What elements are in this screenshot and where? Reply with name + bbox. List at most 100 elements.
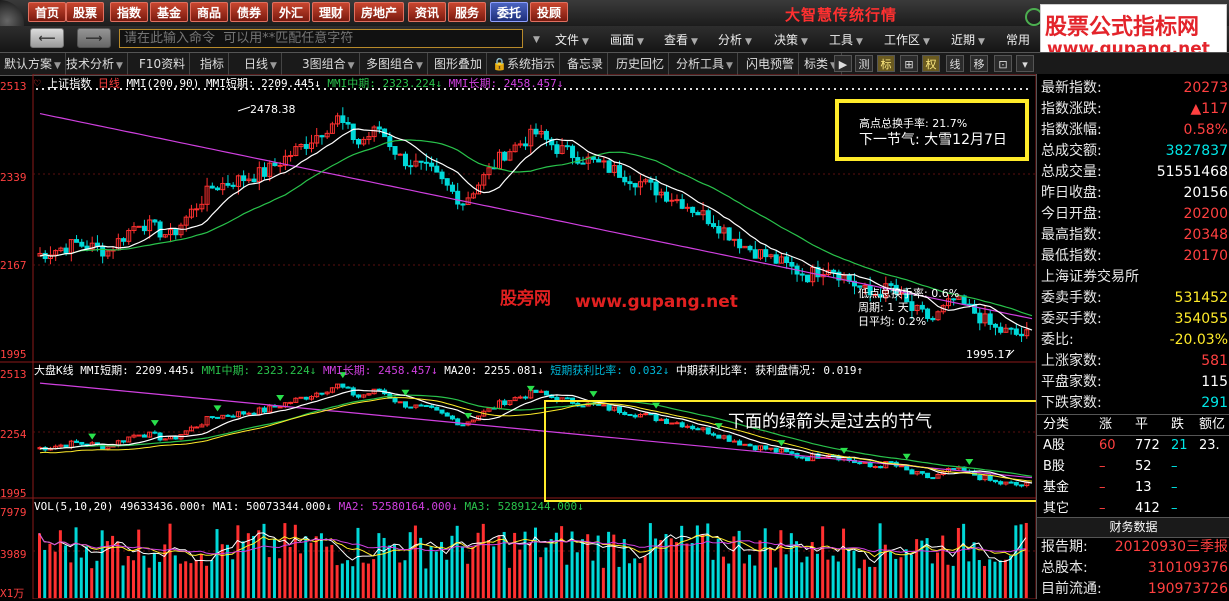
volume-bar <box>215 529 219 598</box>
quote-label: 指数涨幅: <box>1041 122 1102 138</box>
menu-funds[interactable]: 基金 <box>150 2 189 22</box>
marker-dot <box>648 88 650 90</box>
volume-bar <box>810 542 814 598</box>
menu-finance[interactable]: 理财 <box>312 2 351 22</box>
marker-dot <box>1014 88 1016 90</box>
candle-body <box>262 167 268 177</box>
forward-button[interactable]: ⟶ <box>77 28 111 48</box>
menu-arrow-icon[interactable]: ▼ <box>530 31 540 45</box>
tb-sq-measure[interactable]: 测 <box>855 55 873 72</box>
menu-stocks[interactable]: 股票 <box>66 2 105 22</box>
candle-body <box>303 143 309 149</box>
menu-news[interactable]: 资讯 <box>408 2 447 22</box>
menu-service[interactable]: 服务 <box>448 2 487 22</box>
chevron-down-icon: ▼ <box>270 61 277 71</box>
candle-body <box>152 219 158 223</box>
tb-history[interactable]: 历史回忆 <box>612 53 670 75</box>
menu-common[interactable]: 常用 <box>1006 31 1030 48</box>
quote-row: 昨日收盘: 20156 <box>1041 183 1229 204</box>
volume-bar <box>398 562 402 598</box>
tb-daily[interactable]: 日线 ▼ <box>240 53 282 75</box>
menu-workspace[interactable]: 工作区 ▼ <box>884 31 930 48</box>
marker-dot <box>732 88 734 90</box>
menu-realestate[interactable]: 房地产 <box>354 2 405 22</box>
volume-bar <box>330 544 334 598</box>
menu-index[interactable]: 指数 <box>110 2 149 22</box>
lock-icon: 🔒 <box>492 57 507 71</box>
candle-body <box>617 165 623 178</box>
back-arrow-icon: ⟵ <box>38 31 56 45</box>
volume-bar <box>732 536 736 598</box>
menu-commodities[interactable]: 商品 <box>190 2 229 22</box>
window-icon[interactable]: ⊡ <box>994 55 1012 72</box>
menu-view[interactable]: 查看 ▼ <box>664 31 698 48</box>
breadth-row[interactable]: B股 – 52 – <box>1037 456 1229 477</box>
menu-trade[interactable]: 委托 <box>490 2 529 22</box>
tb-flash-alert[interactable]: 闪电预警 <box>742 53 800 75</box>
menu-recent[interactable]: 近期 ▼ <box>951 31 985 48</box>
tb-sq-move[interactable]: 移 <box>970 55 988 72</box>
quote-value: 20156 <box>1183 185 1228 201</box>
marker-dot <box>708 88 710 90</box>
volume-bar <box>690 543 694 598</box>
watermark-cn: 股旁网 <box>500 289 551 309</box>
tb-sq-mark[interactable]: 标 <box>877 55 895 72</box>
volume-bar <box>487 540 491 598</box>
volume-bar <box>116 541 120 598</box>
marker-dot <box>984 88 986 90</box>
candle-body <box>679 199 685 209</box>
breadth-row[interactable]: A股 60 772 21 23. <box>1037 435 1229 456</box>
tb-overlay[interactable]: 图形叠加 <box>430 53 488 75</box>
candle-body <box>763 249 769 258</box>
menu-bonds[interactable]: 债券 <box>230 2 269 22</box>
highlight-annotation: 下面的绿箭头是过去的节气 <box>728 412 932 432</box>
tb-system-indicator[interactable]: 🔒系统指示 <box>488 53 560 75</box>
command-input[interactable] <box>119 29 523 48</box>
marker-dot <box>702 88 704 90</box>
volume-bar <box>95 560 99 598</box>
breadth-row[interactable]: 其它 –412– <box>1037 498 1229 519</box>
volume-bar <box>779 530 783 598</box>
back-button[interactable]: ⟵ <box>30 28 64 48</box>
menu-advisor[interactable]: 投顾 <box>530 2 569 22</box>
menu-tools[interactable]: 工具 ▼ <box>829 31 863 48</box>
menu-file[interactable]: 文件 ▼ <box>555 31 589 48</box>
tb-memo[interactable]: 备忘录 <box>563 53 609 75</box>
grid-icon[interactable]: ⊞ <box>900 55 918 72</box>
marker-dot <box>612 88 614 90</box>
play-icon[interactable]: ▶ <box>834 55 852 72</box>
menu-forex[interactable]: 外汇 <box>272 2 311 22</box>
menu-screen[interactable]: 画面 ▼ <box>610 31 644 48</box>
tb-multichart[interactable]: 多图组合 ▼ <box>362 53 428 75</box>
cost-info: 低点总换手率: 0.6% 周期: 1 天 日平均: 0.2% <box>858 287 959 329</box>
candle-body <box>434 406 440 411</box>
volume-bar <box>466 563 470 598</box>
tb-tech-analysis[interactable]: 技术分析 ▼ <box>62 53 128 75</box>
y-tick: 2513 <box>0 368 27 381</box>
menu-decision[interactable]: 决策 ▼ <box>774 31 808 48</box>
menu-analysis[interactable]: 分析 ▼ <box>718 31 752 48</box>
tb-f10[interactable]: F10资料 <box>135 53 191 75</box>
volume-bar <box>727 563 731 598</box>
marker-dot <box>672 88 674 90</box>
tb-sq-line[interactable]: 线 <box>946 55 964 72</box>
tb-3chart[interactable]: 3图组合 ▼ <box>298 53 360 75</box>
marker-dot <box>990 88 992 90</box>
tb-history-label: 历史回忆 <box>616 57 665 71</box>
candle-body <box>423 405 429 408</box>
tb-default-scheme[interactable]: 默认方案 ▼ <box>0 53 66 75</box>
volume-bar <box>434 551 438 598</box>
dropdown-icon[interactable]: ▾ <box>1016 55 1034 72</box>
candle-body <box>502 400 508 406</box>
candle-body <box>564 145 570 148</box>
breadth-cell: – <box>1099 501 1106 516</box>
volume-bar <box>664 534 668 598</box>
tb-analysis-tools[interactable]: 分析工具 ▼ <box>672 53 738 75</box>
tb-indicator[interactable]: 指标 <box>196 53 230 75</box>
menu-home[interactable]: 首页 <box>28 2 67 22</box>
volume-bar <box>862 559 866 598</box>
breadth-row[interactable]: 基金 – 13 – <box>1037 477 1229 498</box>
candle-body <box>121 238 127 242</box>
volume-bar <box>889 551 893 598</box>
tb-sq-rights[interactable]: 权 <box>922 55 940 72</box>
